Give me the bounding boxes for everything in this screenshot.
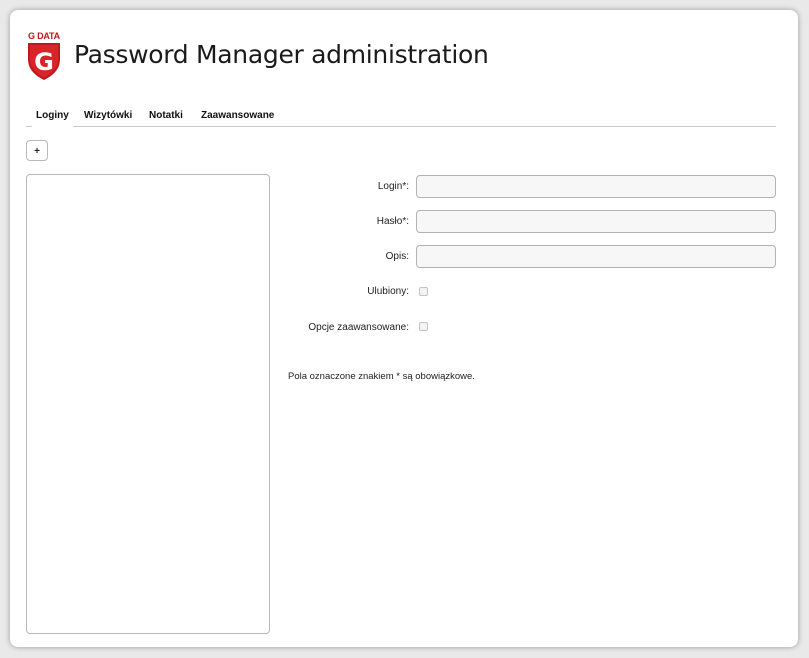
gdata-logo: G DATA G [26, 31, 62, 81]
tab-notatki[interactable]: Notatki [149, 110, 183, 121]
advanced-options-checkbox[interactable] [419, 322, 428, 331]
svg-text:G: G [34, 48, 54, 76]
description-input[interactable] [416, 245, 776, 268]
tab-zaawansowane[interactable]: Zaawansowane [201, 110, 274, 121]
description-label: Opis: [385, 251, 409, 262]
page-title: Password Manager administration [74, 40, 489, 69]
advanced-options-label: Opcje zaawansowane: [308, 322, 409, 333]
entries-list[interactable] [26, 174, 270, 634]
tab-bar: Loginy Wizytówki Notatki Zaawansowane [26, 108, 776, 127]
shield-icon: G [28, 43, 60, 80]
favorite-label: Ulubiony: [367, 286, 409, 297]
login-label: Login*: [377, 181, 409, 192]
login-input[interactable] [416, 175, 776, 198]
required-fields-note: Pola oznaczone znakiem * są obowiązkowe. [288, 371, 475, 382]
add-button[interactable]: + [26, 140, 48, 161]
logo-text: G DATA [28, 31, 60, 41]
tab-wizytowki[interactable]: Wizytówki [84, 110, 132, 121]
password-input[interactable] [416, 210, 776, 233]
favorite-checkbox[interactable] [419, 287, 428, 296]
password-label: Hasło*: [376, 216, 409, 227]
tab-loginy[interactable]: Loginy [32, 110, 73, 127]
